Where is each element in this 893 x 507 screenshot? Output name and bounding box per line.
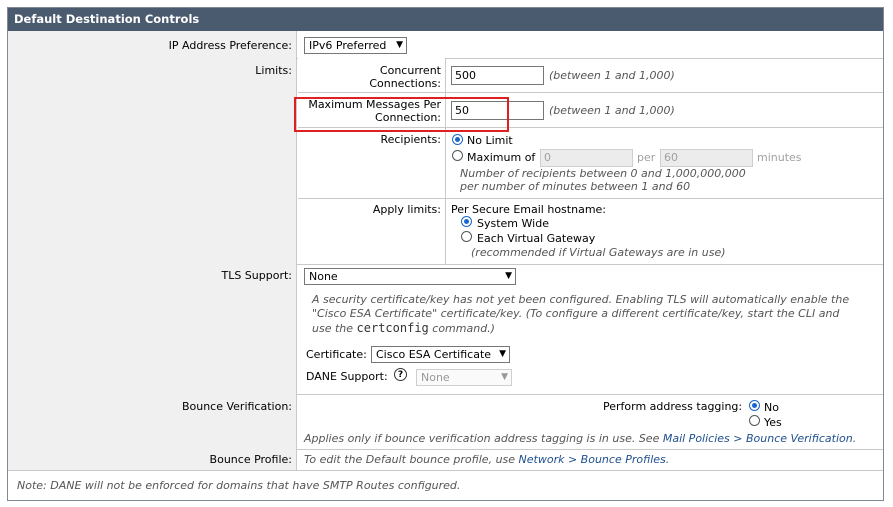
per-minutes-input[interactable]: 60 — [660, 149, 753, 167]
section-title: Default Destination Controls — [8, 8, 883, 31]
recipients-label: Recipients: — [380, 133, 441, 146]
bounce-verification-link[interactable]: Mail Policies > Bounce Verification — [663, 432, 853, 445]
tagging-no-radio[interactable] — [749, 400, 760, 411]
bounce-profiles-link[interactable]: Network > Bounce Profiles — [519, 453, 666, 466]
footer-note: Note: DANE will not be enforced for doma… — [17, 479, 461, 492]
apply-limits-note: (recommended if Virtual Gateways are in … — [471, 246, 726, 259]
max-messages-hint: (between 1 and 1,000) — [549, 104, 675, 117]
certificate-select[interactable]: Cisco ESA Certificate ▼ — [371, 346, 510, 363]
tagging-no-label: No — [764, 401, 779, 414]
chevron-down-icon: ▼ — [396, 40, 403, 50]
bounce-profile-text: To edit the Default bounce profile, use … — [304, 453, 670, 466]
limits-label: Limits: — [8, 58, 297, 264]
apply-limits-heading: Per Secure Email hostname: — [451, 203, 607, 216]
address-tagging-label: Perform address tagging: — [603, 400, 743, 413]
concurrent-label: Concurrent Connections: — [369, 64, 441, 90]
chevron-down-icon: ▼ — [505, 271, 512, 281]
dane-support-label: DANE Support: — [306, 370, 388, 383]
each-virtual-gateway-radio[interactable] — [461, 231, 472, 242]
recipients-maximum-radio[interactable] — [452, 150, 463, 161]
chevron-down-icon: ▼ — [499, 349, 506, 359]
destination-controls-panel: Default Destination Controls IP Address … — [7, 7, 884, 501]
system-wide-radio[interactable] — [461, 216, 472, 227]
tls-support-select[interactable]: None ▼ — [304, 268, 516, 285]
per-label: per — [637, 151, 656, 164]
dane-value: None — [421, 371, 450, 384]
each-virtual-gateway-label: Each Virtual Gateway — [477, 232, 596, 245]
concurrent-connections-input[interactable]: 500 — [451, 66, 544, 85]
tls-value: None — [309, 270, 338, 283]
system-wide-label: System Wide — [477, 217, 549, 230]
help-icon[interactable]: ? — [394, 368, 407, 381]
no-limit-label: No Limit — [467, 134, 513, 147]
maximum-of-label: Maximum of — [467, 151, 536, 164]
bounce-verification-note: Applies only if bounce verification addr… — [304, 432, 857, 445]
bounce-profile-row: Bounce Profile: To edit the Default boun… — [8, 449, 883, 470]
max-messages-label: Maximum Messages Per Connection: — [308, 98, 441, 124]
tls-label: TLS Support: — [8, 264, 297, 394]
certificate-label: Certificate: — [306, 348, 367, 361]
tagging-yes-label: Yes — [764, 416, 782, 429]
apply-limits-label: Apply limits: — [372, 203, 441, 216]
bounce-verification-label: Bounce Verification: — [8, 394, 297, 449]
certificate-value: Cisco ESA Certificate — [376, 348, 492, 361]
ip-pref-row: IP Address Preference: IPv6 Preferred ▼ — [8, 31, 883, 58]
max-recipients-input[interactable]: 0 — [540, 149, 633, 167]
chevron-down-icon: ▼ — [501, 372, 508, 382]
minutes-label: minutes — [757, 151, 802, 164]
dane-support-select[interactable]: None ▼ — [416, 369, 512, 386]
concurrent-hint: (between 1 and 1,000) — [549, 69, 675, 82]
recipients-no-limit-radio[interactable] — [452, 134, 463, 145]
ip-pref-label: IP Address Preference: — [8, 31, 297, 58]
recipients-note: Number of recipients between 0 and 1,000… — [460, 167, 746, 193]
tls-row: TLS Support: None ▼ A security certifica… — [8, 264, 883, 394]
tagging-yes-radio[interactable] — [749, 415, 760, 426]
ip-pref-select[interactable]: IPv6 Preferred ▼ — [304, 37, 407, 54]
ip-pref-value: IPv6 Preferred — [309, 39, 387, 52]
tls-info: A security certificate/key has not yet b… — [312, 293, 850, 335]
limits-row: Limits: Concurrent Connections: 500 (bet… — [8, 58, 883, 264]
bounce-profile-label: Bounce Profile: — [8, 449, 297, 470]
bounce-verification-row: Bounce Verification: Perform address tag… — [8, 394, 883, 449]
max-messages-input[interactable]: 50 — [451, 101, 544, 120]
